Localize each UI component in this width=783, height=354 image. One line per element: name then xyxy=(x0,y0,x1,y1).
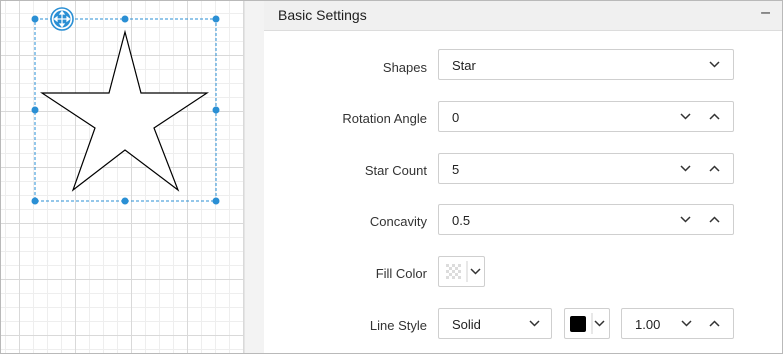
line-style-label: Line Style xyxy=(369,318,427,333)
resize-handle-top-left xyxy=(31,15,39,23)
fill-color-label: Fill Color xyxy=(375,266,427,281)
chevron-down-icon[interactable] xyxy=(679,162,692,175)
line-width-stepper[interactable]: 1.00 xyxy=(621,308,734,339)
chevron-up-icon[interactable] xyxy=(708,213,721,226)
fill-color-picker[interactable] xyxy=(438,256,485,287)
canvas-svg xyxy=(31,7,220,205)
panel-splitter[interactable] xyxy=(244,1,265,353)
chevron-down-icon xyxy=(528,317,541,330)
resize-handle-right xyxy=(212,106,220,114)
resize-handle-bottom-right xyxy=(212,197,220,205)
rotation-angle-value: 0 xyxy=(452,110,460,125)
shapes-dropdown[interactable]: Star xyxy=(438,49,734,80)
chevron-up-icon[interactable] xyxy=(708,317,721,330)
chevron-up-icon[interactable] xyxy=(708,110,721,123)
line-style-value: Solid xyxy=(452,317,481,332)
rotation-angle-label: Rotation Angle xyxy=(342,111,427,126)
line-color-picker[interactable] xyxy=(564,308,610,339)
properties-panel: Basic Settings – Shapes Star Rotation An… xyxy=(264,1,782,353)
minus-icon[interactable]: – xyxy=(761,4,770,22)
resize-handle-top-right xyxy=(212,15,220,23)
star-count-value: 5 xyxy=(452,162,460,177)
transparent-swatch-icon xyxy=(446,264,461,279)
panel-header[interactable]: Basic Settings – xyxy=(264,1,782,31)
chevron-down-icon[interactable] xyxy=(679,213,692,226)
shapes-label: Shapes xyxy=(382,60,427,75)
chevron-down-icon xyxy=(470,268,481,275)
line-style-dropdown[interactable]: Solid xyxy=(438,308,552,339)
concavity-label: Concavity xyxy=(369,214,427,229)
star-count-label: Star Count xyxy=(364,163,427,178)
chevron-up-icon[interactable] xyxy=(708,162,721,175)
line-color-swatch-icon xyxy=(570,316,586,332)
chevron-down-icon[interactable] xyxy=(680,317,693,330)
star-shape[interactable] xyxy=(40,29,209,192)
chevron-down-icon xyxy=(594,320,605,327)
chevron-down-icon[interactable] xyxy=(679,110,692,123)
chevron-down-icon xyxy=(708,58,721,71)
line-width-value: 1.00 xyxy=(635,317,661,332)
concavity-value: 0.5 xyxy=(452,213,471,228)
shapes-value: Star xyxy=(452,58,476,73)
concavity-stepper[interactable]: 0.5 xyxy=(438,204,734,235)
move-icon[interactable] xyxy=(50,7,74,31)
resize-handle-top xyxy=(121,15,129,23)
star-count-stepper[interactable]: 5 xyxy=(438,153,734,184)
rotation-angle-stepper[interactable]: 0 xyxy=(438,101,734,132)
resize-handle-bottom xyxy=(121,197,129,205)
resize-handle-bottom-left xyxy=(31,197,39,205)
resize-handle-left xyxy=(31,106,39,114)
drawing-canvas[interactable] xyxy=(1,1,244,353)
panel-title: Basic Settings xyxy=(278,7,367,23)
